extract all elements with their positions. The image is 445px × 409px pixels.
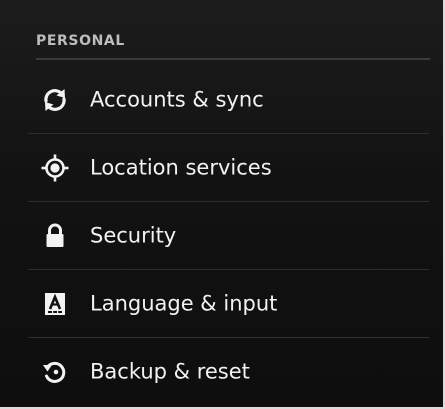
settings-item-label: Security	[90, 223, 177, 248]
settings-item-label: Backup & reset	[90, 359, 250, 384]
settings-screen: PERSONAL Accounts & sync Location servic…	[0, 0, 445, 409]
keyboard-icon	[40, 289, 70, 319]
settings-item-backup-reset[interactable]: Backup & reset	[0, 338, 443, 406]
settings-item-language-input[interactable]: Language & input	[0, 270, 443, 338]
settings-list: Accounts & sync Location services Securi…	[0, 66, 443, 406]
section-header: PERSONAL	[36, 30, 430, 60]
settings-item-label: Language & input	[90, 291, 278, 316]
settings-item-security[interactable]: Security	[0, 202, 443, 270]
lock-icon	[40, 221, 70, 251]
location-icon	[40, 153, 70, 183]
settings-item-label: Location services	[90, 155, 272, 180]
settings-item-location-services[interactable]: Location services	[0, 134, 443, 202]
settings-item-label: Accounts & sync	[90, 87, 264, 112]
settings-item-accounts-sync[interactable]: Accounts & sync	[0, 66, 443, 134]
section-title: PERSONAL	[36, 33, 125, 49]
sync-icon	[40, 85, 70, 115]
backup-restore-icon	[40, 357, 70, 387]
